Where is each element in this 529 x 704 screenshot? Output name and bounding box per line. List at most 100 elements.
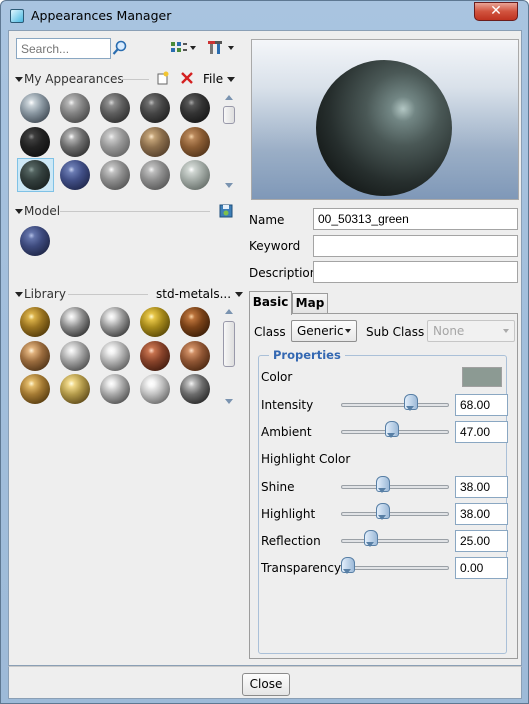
appearance-swatch[interactable] [100, 160, 130, 190]
library-swatch[interactable] [20, 341, 50, 371]
file-menu[interactable]: File [203, 72, 236, 86]
library-swatch[interactable] [180, 307, 210, 337]
collapse-triangle-icon [15, 209, 23, 214]
tab-map[interactable]: Map [292, 293, 328, 314]
appearance-swatch[interactable] [100, 127, 130, 157]
tools-icon[interactable] [208, 40, 236, 56]
reflection-slider-thumb[interactable] [364, 530, 378, 548]
reflection-slider-track[interactable] [341, 539, 449, 543]
class-label: Class [254, 325, 286, 339]
color-swatch[interactable] [462, 367, 502, 387]
library-swatch[interactable] [100, 307, 130, 337]
close-button[interactable]: Close [242, 673, 290, 696]
highlight-slider-thumb[interactable] [376, 503, 390, 521]
appearance-swatch[interactable] [140, 93, 170, 123]
model-save-icon[interactable] [219, 204, 233, 218]
intensity-slider-track[interactable] [341, 403, 449, 407]
class-select[interactable]: Generic [291, 320, 357, 342]
transparency-slider-thumb[interactable] [341, 557, 355, 575]
library-dropdown[interactable]: std-metals... [156, 287, 244, 301]
description-field[interactable] [313, 261, 518, 283]
scroll-thumb[interactable] [223, 321, 235, 367]
highlight-input[interactable] [455, 503, 508, 525]
my-appearances-header[interactable]: My Appearances [15, 72, 124, 86]
reflection-input[interactable] [455, 530, 508, 552]
library-swatch[interactable] [140, 341, 170, 371]
model-header[interactable]: Model [15, 204, 60, 218]
appearance-swatch[interactable] [100, 93, 130, 123]
subclass-select: None [427, 320, 515, 342]
library-swatch[interactable] [60, 307, 90, 337]
highlight-label: Highlight [261, 507, 316, 521]
library-swatch[interactable] [140, 374, 170, 404]
file-menu-label: File [203, 72, 224, 86]
model-appearance-swatch[interactable] [20, 226, 50, 256]
library-header[interactable]: Library [15, 287, 66, 301]
library-swatch[interactable] [100, 374, 130, 404]
appearance-swatch[interactable] [20, 127, 50, 157]
appearance-swatch-selected[interactable] [20, 160, 50, 190]
appearance-swatch[interactable] [180, 160, 210, 190]
properties-group: Properties Color Intensity Ambient Highl… [258, 348, 508, 654]
scroll-up-icon[interactable] [225, 309, 233, 314]
library-swatch[interactable] [140, 307, 170, 337]
appearance-swatch[interactable] [180, 93, 210, 123]
library-swatch[interactable] [180, 341, 210, 371]
delete-icon[interactable] [181, 72, 193, 84]
library-scrollbar[interactable] [223, 307, 236, 407]
library-swatch[interactable] [180, 374, 210, 404]
transparency-label: Transparency [261, 561, 342, 575]
library-swatch[interactable] [60, 341, 90, 371]
ambient-label: Ambient [261, 425, 312, 439]
appearance-swatch[interactable] [20, 93, 50, 123]
shine-slider-thumb[interactable] [376, 476, 390, 494]
shine-slider-track[interactable] [341, 485, 449, 489]
highlight-color-label: Highlight Color [261, 452, 351, 466]
model-label: Model [24, 204, 61, 218]
chevron-down-icon [345, 329, 351, 333]
transparency-input[interactable] [455, 557, 508, 579]
scroll-down-icon[interactable] [225, 183, 233, 188]
appearance-swatch[interactable] [60, 160, 90, 190]
library-swatch[interactable] [100, 341, 130, 371]
tab-basic[interactable]: Basic [249, 291, 292, 315]
appearance-swatch[interactable] [140, 160, 170, 190]
scroll-thumb[interactable] [223, 106, 235, 124]
ambient-slider-thumb[interactable] [385, 421, 399, 439]
appearance-swatch[interactable] [180, 127, 210, 157]
keyword-label: Keyword [249, 239, 301, 253]
transparency-slider-track[interactable] [341, 566, 449, 570]
my-appearances-scrollbar[interactable] [223, 93, 236, 191]
library-swatch[interactable] [60, 374, 90, 404]
library-label: Library [24, 287, 66, 301]
appearance-swatch[interactable] [140, 127, 170, 157]
subclass-label: Sub Class [366, 325, 425, 339]
window-title: Appearances Manager [31, 8, 172, 23]
name-field[interactable] [313, 208, 518, 230]
intensity-label: Intensity [261, 398, 314, 412]
scroll-down-icon[interactable] [225, 399, 233, 404]
highlight-slider-track[interactable] [341, 512, 449, 516]
view-options-icon[interactable] [171, 41, 197, 55]
library-swatch[interactable] [20, 374, 50, 404]
keyword-field[interactable] [313, 235, 518, 257]
ambient-input[interactable] [455, 421, 508, 443]
appearance-swatch[interactable] [60, 93, 90, 123]
search-icon[interactable] [112, 40, 128, 56]
search-input[interactable] [16, 38, 111, 59]
collapse-triangle-icon [15, 292, 23, 297]
divider [60, 211, 210, 212]
reflection-label: Reflection [261, 534, 321, 548]
appearances-manager-window: Appearances Manager ✕ My Appearances Fil… [0, 0, 529, 704]
intensity-input[interactable] [455, 394, 508, 416]
window-close-button[interactable]: ✕ [474, 2, 518, 21]
appearance-swatch[interactable] [60, 127, 90, 157]
intensity-slider-thumb[interactable] [404, 394, 418, 412]
scroll-up-icon[interactable] [225, 95, 233, 100]
color-label: Color [261, 370, 293, 384]
appearance-preview [251, 39, 519, 200]
name-label: Name [249, 213, 285, 227]
new-appearance-icon[interactable] [156, 71, 170, 85]
shine-input[interactable] [455, 476, 508, 498]
library-swatch[interactable] [20, 307, 50, 337]
